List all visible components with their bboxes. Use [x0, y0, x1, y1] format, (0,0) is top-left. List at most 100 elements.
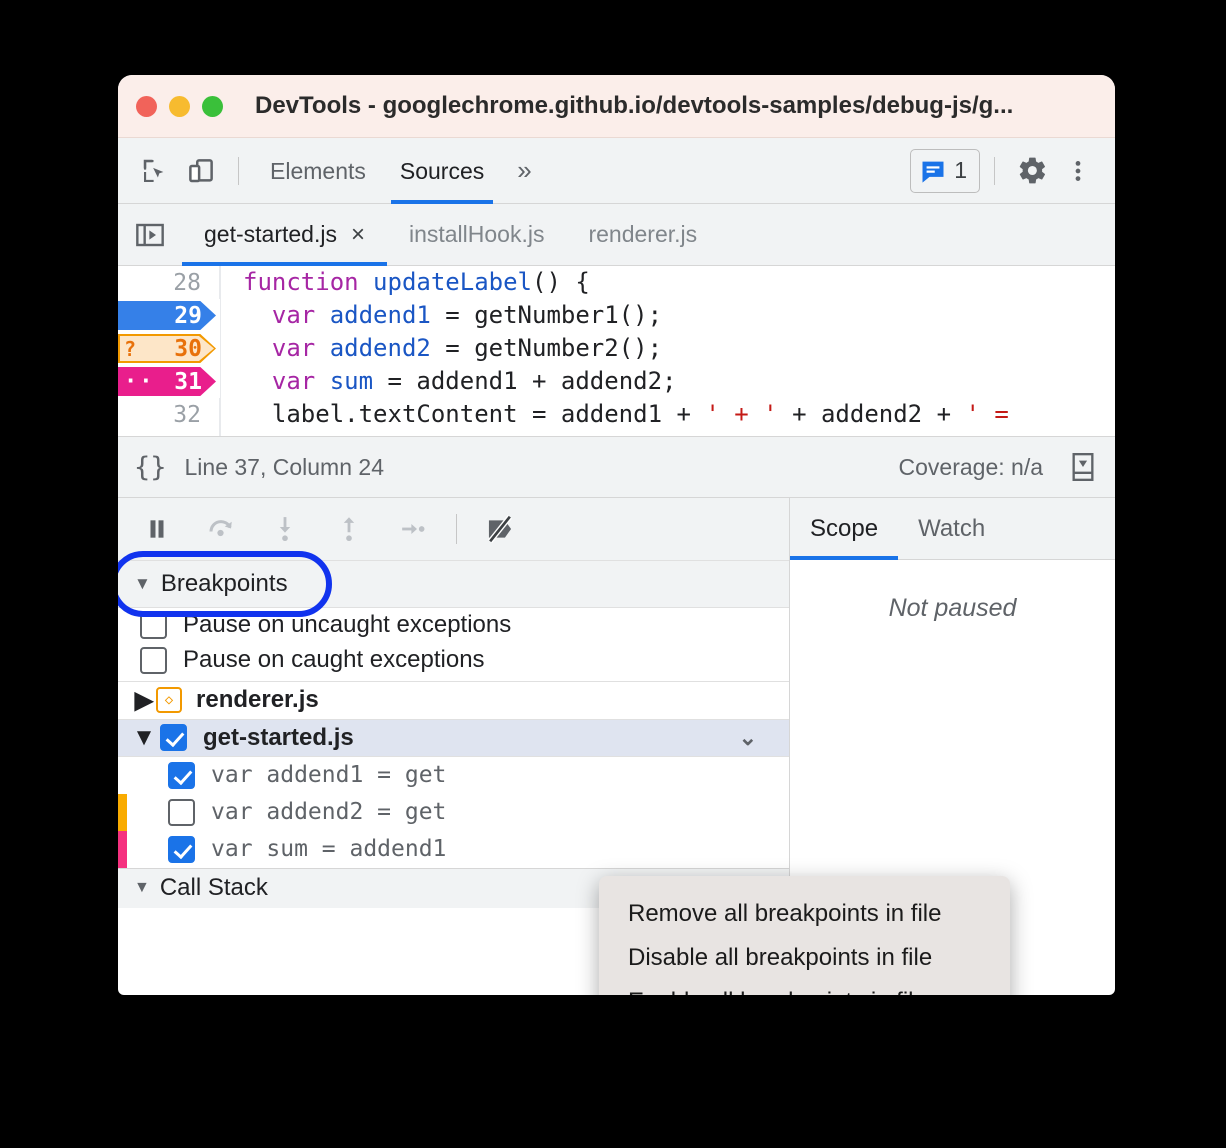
close-window-button[interactable]: [136, 95, 157, 117]
pause-uncaught-exceptions-label: Pause on uncaught exceptions: [183, 611, 512, 639]
breakpoint-edge-marker-logpoint: [118, 830, 127, 868]
tab-scope[interactable]: Scope: [790, 498, 899, 560]
chevron-right-icon[interactable]: ▶: [132, 686, 156, 715]
line-number: 32: [173, 401, 201, 428]
code-line-text: function updateLabel() {: [220, 266, 1115, 299]
breakpoint-item-checkbox[interactable]: [168, 798, 195, 826]
pause-caught-exceptions-row[interactable]: Pause on caught exceptions: [118, 642, 789, 678]
chevron-down-icon[interactable]: ▼: [132, 724, 156, 752]
pause-uncaught-exceptions-row[interactable]: Pause on uncaught exceptions: [118, 608, 789, 643]
line-gutter[interactable]: 32: [118, 398, 220, 431]
file-tab-label: get-started.js: [204, 221, 337, 247]
scope-watch-tabs: Scope Watch: [790, 498, 1115, 560]
debug-toolbar-divider: [456, 514, 457, 544]
devtools-window: DevTools - googlechrome.github.io/devtoo…: [118, 75, 1115, 995]
pretty-print-icon[interactable]: [1063, 446, 1103, 488]
line-gutter[interactable]: [118, 431, 220, 436]
issues-count: 1: [954, 157, 967, 183]
breakpoints-title: Breakpoints: [160, 570, 288, 597]
code-line: 28 function updateLabel() {: [118, 266, 1115, 299]
file-tab-get-started[interactable]: get-started.js ×: [182, 204, 387, 266]
breakpoint-edge-marker-conditional: [118, 793, 127, 831]
breakpoints-section-header[interactable]: ▼ Breakpoints: [118, 551, 789, 617]
step-icon[interactable]: [392, 508, 434, 550]
maximize-window-button[interactable]: [202, 95, 223, 117]
more-panels-icon[interactable]: »: [501, 155, 544, 186]
breakpoint-file-checkbox[interactable]: [160, 724, 187, 752]
code-line: 32 label.textContent = addend1 + ' + ' +…: [118, 398, 1115, 431]
debugger-lower-split: ▼ Breakpoints Pause on uncaught exceptio…: [118, 498, 1115, 908]
devtools-main-toolbar: Elements Sources » 1: [118, 138, 1115, 204]
file-tabstrip: get-started.js × installHook.js renderer…: [118, 204, 1115, 266]
chevron-down-icon[interactable]: ▼: [134, 574, 151, 594]
pause-caught-exceptions-label: Pause on caught exceptions: [183, 646, 485, 674]
line-gutter-breakpoint-conditional[interactable]: ? 30: [118, 332, 220, 365]
show-navigator-icon[interactable]: [118, 204, 182, 265]
line-number: 30: [174, 335, 202, 362]
kebab-menu-icon[interactable]: [1055, 149, 1101, 193]
issues-button[interactable]: 1: [910, 148, 980, 193]
breakpoint-list-item[interactable]: var addend2 = get: [118, 793, 789, 831]
issues-message-icon: [922, 161, 944, 183]
device-toggle-icon[interactable]: [178, 149, 224, 193]
coverage-status: Coverage: n/a: [898, 453, 1043, 480]
pretty-print-braces-icon[interactable]: {}: [134, 452, 167, 483]
step-over-icon[interactable]: [200, 508, 242, 550]
file-tab-renderer[interactable]: renderer.js: [566, 204, 719, 265]
menu-item-remove-all-in-file[interactable]: Remove all breakpoints in file: [599, 892, 1010, 936]
breakpoint-item-checkbox[interactable]: [168, 761, 195, 789]
call-stack-title: Call Stack: [159, 874, 268, 902]
breakpoint-item-checkbox[interactable]: [168, 835, 195, 863]
debug-control-toolbar: [118, 498, 789, 560]
code-line-text: var addend1 = getNumber1();: [220, 299, 1115, 332]
js-file-icon: ◇: [156, 687, 182, 714]
editor-statusbar: {} Line 37, Column 24 Coverage: n/a: [118, 436, 1115, 498]
code-line-text: var sum = addend1 + addend2;: [220, 365, 1115, 398]
breakpoint-file-row-get-started[interactable]: ▼ get-started.js ⌄: [118, 719, 789, 757]
code-line-text: label.textContent = addend1 + ' + ' + ad…: [220, 398, 1115, 431]
breakpoint-item-label: var addend2 = get: [211, 799, 447, 826]
step-out-icon[interactable]: [328, 508, 370, 550]
file-row-chevron-icon[interactable]: ⌄: [739, 725, 757, 751]
pause-caught-exceptions-checkbox[interactable]: [140, 646, 167, 674]
code-line-text: }: [220, 431, 1115, 436]
window-titlebar: DevTools - googlechrome.github.io/devtoo…: [118, 75, 1115, 138]
menu-item-disable-all-in-file[interactable]: Disable all breakpoints in file: [599, 936, 1010, 980]
chevron-down-icon[interactable]: ▼: [134, 879, 150, 897]
deactivate-breakpoints-icon[interactable]: [479, 508, 521, 550]
breakpoint-file-row-renderer[interactable]: ▶ ◇ renderer.js: [118, 682, 789, 720]
logpoint-glyph: ··: [124, 369, 155, 394]
line-gutter-breakpoint-enabled[interactable]: 29: [118, 299, 220, 332]
line-number: 31: [174, 368, 202, 395]
breakpoint-list-item[interactable]: var sum = addend1: [118, 830, 789, 868]
file-tab-label: renderer.js: [588, 221, 698, 247]
code-line: ·· 31 var sum = addend1 + addend2;: [118, 365, 1115, 398]
menu-item-enable-all-in-file[interactable]: Enable all breakpoints in file: [599, 980, 1010, 995]
inspect-cursor-icon[interactable]: [132, 149, 178, 193]
breakpoint-file-name: renderer.js: [196, 686, 319, 714]
close-icon[interactable]: ×: [351, 222, 365, 247]
debugger-left-pane: ▼ Breakpoints Pause on uncaught exceptio…: [118, 498, 790, 908]
toolbar-right-group: 1: [910, 148, 1101, 193]
file-tab-label: installHook.js: [408, 221, 545, 247]
conditional-breakpoint-glyph: ?: [124, 336, 137, 361]
code-editor[interactable]: 28 function updateLabel() { 29 var adden…: [118, 266, 1115, 436]
toolbar-divider-2: [994, 156, 995, 185]
pause-uncaught-exceptions-checkbox[interactable]: [140, 611, 167, 639]
breakpoint-file-name: get-started.js: [203, 723, 354, 751]
file-tab-installhook[interactable]: installHook.js: [387, 204, 567, 265]
breakpoint-item-label: var sum = addend1: [211, 836, 447, 863]
tab-sources[interactable]: Sources: [383, 138, 501, 204]
pause-icon[interactable]: [136, 508, 178, 550]
toolbar-divider: [238, 156, 239, 185]
line-gutter[interactable]: 28: [118, 266, 220, 299]
step-into-icon[interactable]: [264, 508, 306, 550]
line-gutter-breakpoint-logpoint[interactable]: ·· 31: [118, 365, 220, 398]
tab-watch[interactable]: Watch: [898, 498, 1005, 559]
tab-elements[interactable]: Elements: [253, 138, 383, 204]
not-paused-message: Not paused: [888, 594, 1017, 622]
window-title: DevTools - googlechrome.github.io/devtoo…: [255, 92, 1014, 119]
gear-icon[interactable]: [1009, 149, 1055, 193]
breakpoint-list-item[interactable]: var addend1 = get: [118, 756, 789, 794]
minimize-window-button[interactable]: [169, 95, 190, 117]
